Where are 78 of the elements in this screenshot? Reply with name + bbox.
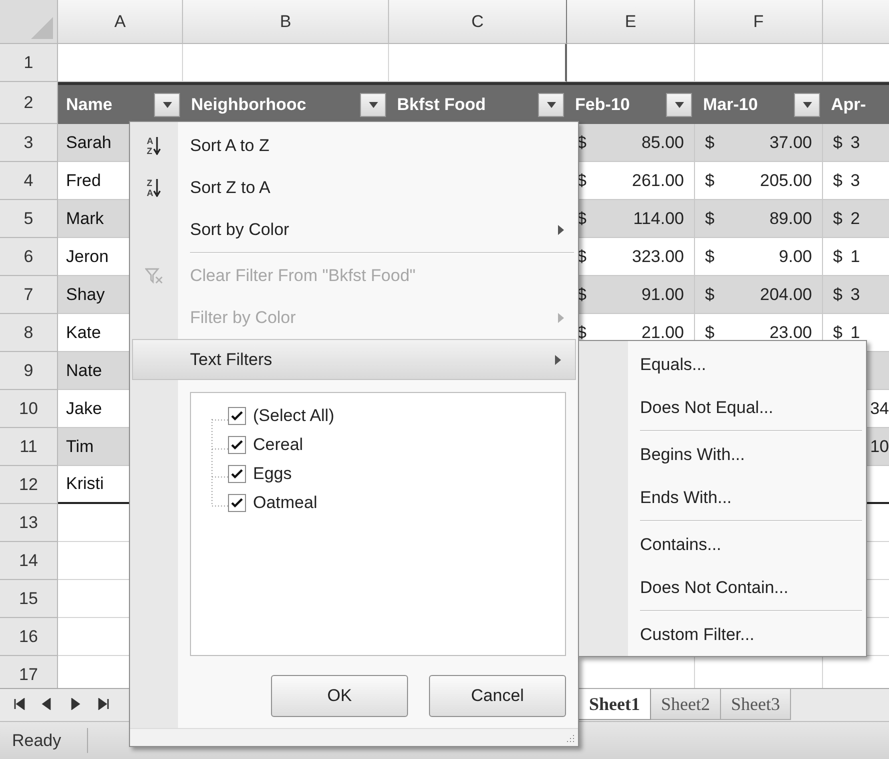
column-header[interactable]: C xyxy=(389,0,567,44)
menu-item[interactable]: Contains... xyxy=(640,532,722,558)
row-number[interactable]: 5 xyxy=(0,200,58,238)
checkbox-label[interactable]: Oatmeal xyxy=(253,490,318,516)
filter-dropdown-button[interactable] xyxy=(666,92,692,116)
table-cell: $ 37.00 xyxy=(695,124,823,162)
row-number[interactable]: 7 xyxy=(0,276,58,314)
header-label: Apr- xyxy=(831,94,866,116)
skip-back-icon xyxy=(12,698,26,710)
table-cell: $ 89.00 xyxy=(695,200,823,238)
checkbox-label[interactable]: Cereal xyxy=(253,432,304,458)
sheet-tab[interactable]: Sheet1 xyxy=(579,689,651,720)
row-number[interactable]: 1 xyxy=(0,44,58,82)
sheet-tab[interactable]: Sheet2 xyxy=(651,689,721,720)
header-label: Mar-10 xyxy=(703,94,758,116)
table-cell: $ 205.00 xyxy=(695,162,823,200)
row-number[interactable]: 14 xyxy=(0,542,58,580)
column-header[interactable]: A xyxy=(58,0,183,44)
row-number[interactable]: 16 xyxy=(0,618,58,656)
filter-dropdown-button[interactable] xyxy=(360,92,386,116)
checkbox[interactable] xyxy=(228,406,246,424)
triangle-left-icon xyxy=(40,698,54,710)
caret-down-icon xyxy=(546,102,556,108)
checkbox[interactable] xyxy=(228,494,246,512)
table-cell: $ 204.00 xyxy=(695,276,823,314)
caret-down-icon xyxy=(162,102,172,108)
clear-filter-icon xyxy=(145,267,163,285)
checkbox-label[interactable]: (Select All) xyxy=(253,402,334,428)
caret-down-icon xyxy=(368,102,378,108)
menu-item[interactable]: Begins With... xyxy=(640,442,745,468)
row-number[interactable]: 15 xyxy=(0,580,58,618)
checkbox[interactable] xyxy=(228,436,246,454)
dialog-button[interactable]: Cancel xyxy=(429,675,566,717)
table-cell: $ 9.00 xyxy=(695,238,823,276)
caret-down-icon xyxy=(674,102,684,108)
checkbox[interactable] xyxy=(228,464,246,482)
status-text: Ready xyxy=(0,728,88,754)
submenu-arrow-icon xyxy=(558,225,564,235)
row-number[interactable]: 6 xyxy=(0,238,58,276)
row-number[interactable]: 2 xyxy=(0,82,58,124)
header-label: Feb-10 xyxy=(575,94,630,116)
row-number[interactable]: 8 xyxy=(0,314,58,352)
menu-item[interactable]: Ends With... xyxy=(640,484,732,510)
menu-item[interactable]: Custom Filter... xyxy=(640,622,754,648)
filter-dropdown-button[interactable] xyxy=(538,92,564,116)
row-number[interactable]: 4 xyxy=(0,162,58,200)
menu-item[interactable]: Does Not Equal... xyxy=(640,394,774,420)
header-label: Name xyxy=(66,94,112,116)
resize-grip-icon[interactable] xyxy=(565,732,575,742)
menu-item[interactable]: Equals... xyxy=(640,352,706,378)
caret-down-icon xyxy=(802,102,812,108)
menu-item[interactable]: Text Filters xyxy=(132,339,576,380)
header-label: Neighborhooc xyxy=(191,94,306,116)
table-cell: $ 3 xyxy=(823,124,889,162)
table-cell: $ 3 xyxy=(823,276,889,314)
row-number[interactable]: 11 xyxy=(0,428,58,466)
submenu-arrow-icon xyxy=(558,313,564,323)
filter-dropdown-button[interactable] xyxy=(154,92,180,116)
triangle-right-icon xyxy=(68,698,82,710)
checkbox-label[interactable]: Eggs xyxy=(253,460,292,486)
menu-item[interactable]: Does Not Contain... xyxy=(640,574,788,600)
column-header[interactable]: E xyxy=(567,0,695,44)
row-number[interactable]: 17 xyxy=(0,656,58,688)
skip-forward-icon xyxy=(96,698,110,710)
sheet-tab[interactable]: Sheet3 xyxy=(721,689,791,720)
dialog-button[interactable]: OK xyxy=(271,675,408,717)
row-number[interactable]: 3 xyxy=(0,124,58,162)
column-header[interactable]: F xyxy=(695,0,823,44)
triangle-icon xyxy=(31,17,53,39)
submenu-arrow-icon xyxy=(555,354,561,364)
row-number[interactable]: 12 xyxy=(0,466,58,504)
row-number[interactable]: 13 xyxy=(0,504,58,542)
row-number[interactable]: 9 xyxy=(0,352,58,390)
row-number[interactable]: 10 xyxy=(0,390,58,428)
filter-dropdown-button[interactable] xyxy=(794,92,820,116)
header-label: Bkfst Food xyxy=(397,94,486,116)
table-cell: $ 2 xyxy=(823,200,889,238)
column-header[interactable]: B xyxy=(183,0,389,44)
